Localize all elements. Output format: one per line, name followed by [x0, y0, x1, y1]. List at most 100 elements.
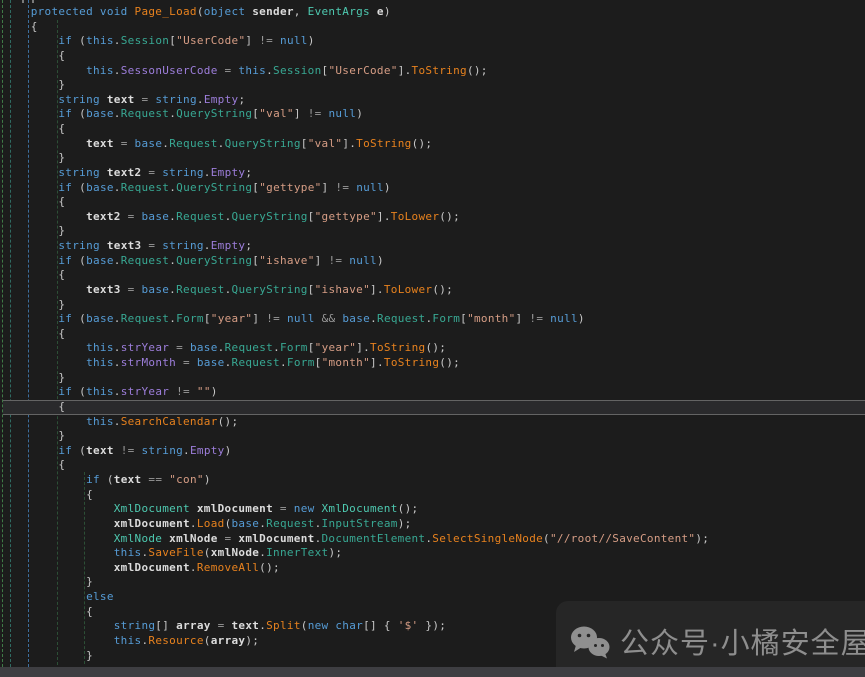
code-line[interactable]: this.strYear = base.Request.Form["year"]…	[3, 341, 865, 356]
code-token: protected void	[3, 5, 135, 18]
code-line[interactable]: {	[3, 458, 865, 473]
code-token: (	[107, 473, 114, 486]
code-line[interactable]: protected void Page_Load(object sender, …	[3, 5, 865, 20]
code-token: .	[225, 356, 232, 369]
code-line[interactable]: text = base.Request.QueryString["val"].T…	[3, 137, 865, 152]
code-token: Session	[273, 64, 321, 77]
code-line[interactable]: string text = string.Empty;	[3, 93, 865, 108]
code-token: .	[114, 64, 121, 77]
code-token: =	[273, 502, 294, 515]
code-token: !=	[169, 385, 197, 398]
code-line[interactable]: this.strMonth = base.Request.Form["month…	[3, 356, 865, 371]
code-token: null	[280, 34, 308, 47]
code-token: !=	[308, 107, 329, 120]
code-token: )	[384, 181, 391, 194]
code-token: Request	[266, 517, 314, 530]
code-token: ();	[218, 415, 239, 428]
code-token: Empty	[211, 166, 246, 179]
code-line[interactable]: if (this.strYear != "")	[3, 385, 865, 400]
code-line[interactable]: }	[3, 371, 865, 386]
code-line[interactable]: text3 = base.Request.QueryString["ishave…	[3, 283, 865, 298]
code-token: RemoveAll	[197, 561, 259, 574]
code-line[interactable]: this.SessonUserCode = this.Session["User…	[3, 64, 865, 79]
code-token: }	[3, 371, 65, 384]
code-token: .	[266, 64, 273, 77]
code-line[interactable]: if (this.Session["UserCode"] != null)	[3, 34, 865, 49]
code-token: .	[183, 444, 190, 457]
code-token: SessonUserCode	[121, 64, 218, 77]
code-token: ].	[370, 356, 384, 369]
code-line[interactable]: xmlDocument.RemoveAll();	[3, 561, 865, 576]
code-line[interactable]: }	[3, 224, 865, 239]
code-token: []	[155, 619, 176, 632]
code-token: )	[211, 385, 218, 398]
code-token: );	[245, 634, 259, 647]
code-token: text	[231, 619, 259, 632]
code-line[interactable]: if (text != string.Empty)	[3, 444, 865, 459]
code-token: }	[3, 78, 65, 91]
code-token: [	[308, 341, 315, 354]
code-token: Request	[121, 181, 169, 194]
code-line[interactable]: XmlNode xmlNode = xmlDocument.DocumentEl…	[3, 532, 865, 547]
code-token: .	[204, 239, 211, 252]
code-token: QueryString	[232, 283, 308, 296]
code-token: {	[3, 458, 65, 471]
code-line[interactable]: if (base.Request.QueryString["val"] != n…	[3, 107, 865, 122]
code-line[interactable]: }	[3, 298, 865, 313]
wechat-icon	[570, 625, 610, 659]
code-line[interactable]: {	[3, 49, 865, 64]
code-token: SearchCalendar	[121, 415, 218, 428]
code-token: =	[135, 93, 156, 106]
code-line-current[interactable]: {	[3, 400, 865, 415]
code-token: .	[225, 283, 232, 296]
horizontal-scrollbar[interactable]	[0, 667, 865, 677]
code-token: [	[204, 312, 211, 325]
code-line[interactable]: if (base.Request.QueryString["gettype"] …	[3, 181, 865, 196]
code-token: ToString	[412, 64, 467, 77]
code-line[interactable]: {	[3, 195, 865, 210]
code-line[interactable]: }	[3, 575, 865, 590]
code-line[interactable]: this.SearchCalendar();	[3, 415, 865, 430]
code-token: string	[3, 166, 107, 179]
code-token: string	[3, 619, 155, 632]
code-line[interactable]: string text2 = string.Empty;	[3, 166, 865, 181]
code-token: =	[169, 341, 190, 354]
code-token: {	[3, 49, 65, 62]
code-token: SelectSingleNode	[432, 532, 543, 545]
code-token: null	[329, 107, 357, 120]
code-token: ;	[245, 166, 252, 179]
code-line[interactable]: }	[3, 151, 865, 166]
code-token: {	[3, 327, 65, 340]
code-line[interactable]: {	[3, 268, 865, 283]
code-line[interactable]: }	[3, 78, 865, 93]
code-line[interactable]: {	[3, 20, 865, 35]
code-token: sender	[252, 5, 294, 18]
code-line[interactable]: {	[3, 122, 865, 137]
code-token: .	[225, 210, 232, 223]
code-line[interactable]: if (base.Request.Form["year"] != null &&…	[3, 312, 865, 327]
code-token: DocumentElement	[322, 532, 426, 545]
code-line[interactable]: if (text == "con")	[3, 473, 865, 488]
code-line[interactable]: }	[3, 429, 865, 444]
code-line[interactable]: if (base.Request.QueryString["ishave"] !…	[3, 254, 865, 269]
code-line[interactable]: string text3 = string.Empty;	[3, 239, 865, 254]
code-token: XmlDocument	[321, 502, 397, 515]
code-token: "//root//SaveContent"	[550, 532, 695, 545]
code-token: )	[308, 34, 315, 47]
code-token: .	[315, 517, 322, 530]
code-line[interactable]: XmlDocument xmlDocument = new XmlDocumen…	[3, 502, 865, 517]
code-line[interactable]: text2 = base.Request.QueryString["gettyp…	[3, 210, 865, 225]
code-token: SaveFile	[148, 546, 203, 559]
code-token: Resource	[148, 634, 203, 647]
code-line[interactable]: this.SaveFile(xmlNode.InnerText);	[3, 546, 865, 561]
code-token: null	[287, 312, 315, 325]
code-line[interactable]: {	[3, 488, 865, 503]
code-line[interactable]: {	[3, 327, 865, 342]
code-token: "gettype"	[315, 210, 377, 223]
code-area[interactable]: protected void Page_Load(object sender, …	[3, 5, 865, 663]
code-token: =	[218, 64, 239, 77]
code-line[interactable]: xmlDocument.Load(base.Request.InputStrea…	[3, 517, 865, 532]
code-token: ();	[425, 341, 446, 354]
code-token: !=	[335, 181, 356, 194]
code-token: Form	[280, 341, 308, 354]
